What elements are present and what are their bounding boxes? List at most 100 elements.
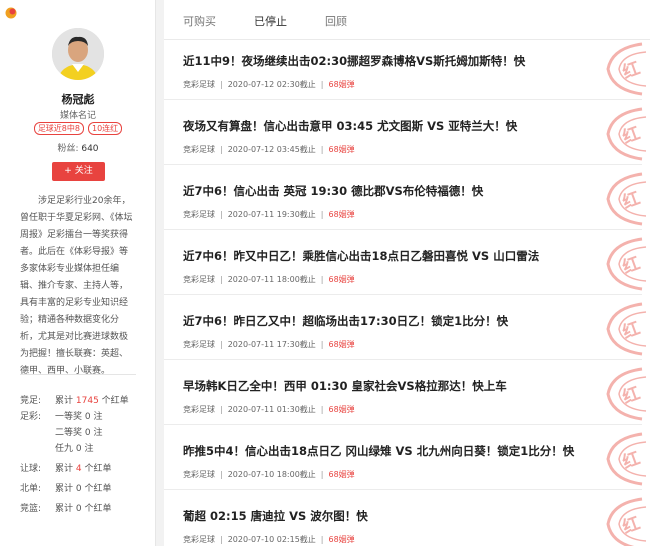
meta-separator: | [220, 145, 223, 154]
article-item[interactable]: 夜场又有算盘！信心出击意甲 03:45 尤文图斯 VS 亚特兰大！快竞彩足球 | 2… [164, 105, 647, 165]
meta-separator: | [320, 405, 324, 414]
meta-separator: | [220, 405, 223, 414]
author-badges: 足球近8中8 10连红 [0, 122, 156, 135]
stat-label: 让球: [20, 464, 42, 474]
article-category: 竞彩足球 [183, 145, 215, 154]
meta-separator: | [320, 535, 324, 544]
article-category: 竞彩足球 [183, 210, 215, 219]
article-title[interactable]: 近7中6！昨日乙又中！超临场出击17:30日乙！锁定1比分！快 [183, 313, 508, 329]
article-category: 竞彩足球 [183, 405, 215, 414]
article-deadline: 2020-07-11 18:00截止 [227, 275, 316, 284]
article-meta: 竞彩足球 | 2020-07-10 18:00截止 | 68姻弹 [183, 469, 355, 480]
article-meta: 竞彩足球 | 2020-07-11 19:30截止 | 68姻弹 [183, 209, 355, 220]
meta-separator: | [220, 80, 223, 89]
article-deadline: 2020-07-11 01:30截止 [227, 405, 316, 414]
article-price: 68姻弹 [328, 535, 355, 544]
author-role: 媒体名记 [59, 111, 96, 121]
article-category: 竞彩足球 [183, 535, 215, 544]
stat-row: 足彩: 一等奖 0 注 [0, 409, 156, 425]
author-sidebar: 杨冠彪 媒体名记 足球近8中8 10连红 粉丝: 640 + 关注 涉足足彩行业… [0, 0, 156, 546]
article-deadline: 2020-07-11 19:30截止 [227, 210, 316, 219]
stat-label: 足彩: [20, 412, 42, 422]
meta-separator: | [220, 210, 223, 219]
article-category: 竞彩足球 [183, 340, 215, 349]
stat-value: 一等奖 0 注 [55, 412, 103, 422]
author-bio: 涉足足彩行业20余年，曾任职于华夏足彩网、《体坛周报》足彩擂台一等奖获得者。此后… [20, 196, 133, 376]
follow-button[interactable]: + 关注 [52, 162, 105, 181]
article-meta: 竞彩足球 | 2020-07-12 02:30截止 | 68姻弹 [183, 79, 355, 90]
article-price: 68姻弹 [328, 210, 355, 219]
stat-value: 累计 0 个红单 [55, 504, 112, 514]
article-item[interactable]: 早场韩K日乙全中！西甲 01:30 皇家社会VS格拉那达！快上车竞彩足球 | 202… [164, 365, 647, 425]
stat-label: 竞足: [20, 396, 42, 406]
avatar[interactable] [52, 28, 104, 80]
win-stamp-icon: 红 [606, 107, 647, 161]
article-item[interactable]: 昨推5中4！信心出击18点日乙 冈山绿雉 VS 北九州向日葵！锁定1比分！快竞彩… [164, 430, 647, 490]
tab-review[interactable]: 回顾 [325, 13, 347, 29]
win-stamp-icon: 红 [606, 42, 647, 96]
article-category: 竞彩足球 [183, 470, 215, 479]
article-item[interactable]: 近11中9！夜场继续出击02:30挪超罗森博格VS斯托姆加斯特！快 竞彩足球 | 20… [164, 40, 647, 100]
tab-purchasable[interactable]: 可购买 [183, 13, 216, 29]
stat-row: 北单: 累计 0 个红单 [0, 481, 156, 497]
article-price: 68姻弹 [328, 340, 355, 349]
win-stamp-icon: 红 [606, 237, 647, 291]
article-title[interactable]: 近7中6！信心出击 英冠 19:30 德比郡VS布伦特福德！快 [183, 183, 483, 199]
article-meta: 竞彩足球 | 2020-07-11 18:00截止 | 68姻弹 [183, 274, 355, 285]
meta-separator: | [320, 80, 324, 89]
stat-value: 累计 1745 个红单 [55, 396, 129, 406]
article-title[interactable]: 早场韩K日乙全中！西甲 01:30 皇家社会VS格拉那达！快上车 [183, 378, 507, 394]
streak-badge: 10连红 [88, 122, 123, 135]
stat-value: 累计 4 个红单 [55, 464, 112, 474]
article-deadline: 2020-07-10 02:15截止 [227, 535, 316, 544]
stat-value: 二等奖 0 注 [55, 428, 103, 438]
article-item[interactable]: 近7中6！信心出击 英冠 19:30 德比郡VS布伦特福德！快竞彩足球 | 2020… [164, 170, 647, 230]
article-deadline: 2020-07-12 03:45截止 [227, 145, 316, 154]
stat-value: 累计 0 个红单 [55, 484, 112, 494]
article-title[interactable]: 葡超 02:15 唐迪拉 VS 波尔图！快 [183, 508, 368, 524]
meta-separator: | [220, 470, 223, 479]
status-tabs: 可购买 已停止 回顾 [164, 0, 650, 40]
stat-label: 竞篮: [20, 504, 42, 514]
article-price: 68姻弹 [328, 145, 355, 154]
author-name: 杨冠彪 [61, 93, 95, 106]
stat-value: 任九 0 注 [55, 444, 94, 454]
meta-separator: | [220, 340, 223, 349]
article-deadline: 2020-07-10 18:00截止 [227, 470, 316, 479]
article-deadline: 2020-07-11 17:30截止 [227, 340, 316, 349]
stat-row: 二等奖 0 注 [0, 425, 156, 441]
meta-separator: | [320, 340, 324, 349]
article-meta: 竞彩足球 | 2020-07-10 02:15截止 | 68姻弹 [183, 534, 355, 545]
article-meta: 竞彩足球 | 2020-07-12 03:45截止 | 68姻弹 [183, 144, 355, 155]
article-panel: 可购买 已停止 回顾 近11中9！夜场继续出击02:30挪超罗森博格VS斯托姆加… [164, 0, 650, 546]
stat-label: 北单: [20, 484, 42, 494]
divider [20, 374, 136, 375]
stat-row: 竞篮: 累计 0 个红单 [0, 501, 156, 517]
article-title[interactable]: 夜场又有算盘！信心出击意甲 03:45 尤文图斯 VS 亚特兰大！快 [183, 118, 517, 134]
article-category: 竞彩足球 [183, 275, 215, 284]
win-stamp-icon: 红 [606, 302, 647, 356]
fans-label: 粉丝: [57, 144, 79, 154]
article-meta: 竞彩足球 | 2020-07-11 01:30截止 | 68姻弹 [183, 404, 355, 415]
meta-separator: | [320, 470, 324, 479]
meta-separator: | [320, 145, 324, 154]
stat-row: 竞足: 累计 1745 个红单 [0, 393, 156, 409]
article-title[interactable]: 近7中6！昨又中日乙！乘胜信心出击18点日乙磐田喜悦 VS 山口雷法 [183, 248, 539, 264]
article-title[interactable]: 近11中9！夜场继续出击02:30挪超罗森博格VS斯托姆加斯特！快 [183, 53, 525, 69]
stat-row: 任九 0 注 [0, 441, 156, 457]
article-price: 68姻弹 [328, 275, 355, 284]
tab-stopped[interactable]: 已停止 [254, 13, 287, 29]
meta-separator: | [320, 210, 324, 219]
article-deadline: 2020-07-12 02:30截止 [227, 80, 316, 89]
article-title[interactable]: 昨推5中4！信心出击18点日乙 冈山绿雉 VS 北九州向日葵！锁定1比分！快 [183, 443, 574, 459]
site-badge-icon [5, 7, 17, 19]
win-stamp-icon: 红 [606, 367, 647, 421]
article-item[interactable]: 葡超 02:15 唐迪拉 VS 波尔图！快竞彩足球 | 2020-07-10 02:… [164, 495, 647, 546]
article-price: 68姻弹 [328, 405, 355, 414]
meta-separator: | [220, 275, 223, 284]
article-price: 68姻弹 [328, 80, 355, 89]
meta-separator: | [320, 275, 324, 284]
article-item[interactable]: 近7中6！昨日乙又中！超临场出击17:30日乙！锁定1比分！快竞彩足球 | 2020… [164, 300, 647, 360]
win-stamp-icon: 红 [606, 497, 647, 546]
article-item[interactable]: 近7中6！昨又中日乙！乘胜信心出击18点日乙磐田喜悦 VS 山口雷法竞彩足球 | 2… [164, 235, 647, 295]
